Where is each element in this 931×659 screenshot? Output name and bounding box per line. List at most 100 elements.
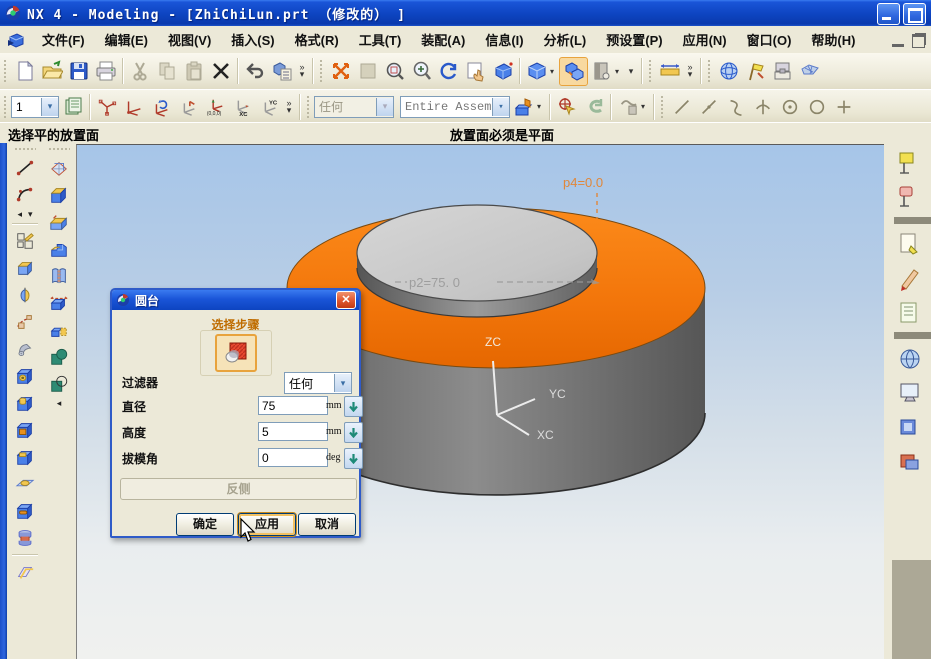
mdi-restore-button[interactable]: [912, 34, 925, 48]
taper-angle-formula-button[interactable]: [344, 448, 363, 469]
red-widget-icon[interactable]: [898, 449, 924, 475]
dialog-close-button[interactable]: ✕: [336, 291, 356, 309]
menu-help[interactable]: 帮助(H): [801, 27, 865, 52]
measure-overflow-chevron[interactable]: »▾: [683, 58, 697, 84]
mdi-minimize-button[interactable]: [892, 34, 904, 47]
toolbar-grip[interactable]: [14, 147, 36, 152]
rotate-view-button[interactable]: [435, 58, 462, 85]
extrude-button[interactable]: [12, 254, 39, 281]
toolbar-grip[interactable]: [660, 95, 665, 119]
yellow-tag-icon[interactable]: [898, 151, 924, 177]
snap-point-settings-button[interactable]: [614, 93, 641, 120]
diameter-formula-button[interactable]: [344, 396, 363, 417]
toolbar-grip[interactable]: [319, 59, 324, 83]
height-input[interactable]: [258, 422, 328, 441]
arc-tool-button[interactable]: [12, 181, 39, 208]
taper-angle-input[interactable]: [258, 448, 328, 467]
subtract-button[interactable]: [46, 370, 73, 397]
blue-widget-icon[interactable]: [898, 415, 924, 441]
split-body-button[interactable]: [46, 316, 73, 343]
shaded-display-dropdown[interactable]: ▾: [550, 67, 559, 76]
menu-application[interactable]: 应用(N): [673, 27, 737, 52]
height-formula-button[interactable]: [344, 422, 363, 443]
note-page-icon[interactable]: [898, 232, 924, 258]
sketch-button[interactable]: [12, 227, 39, 254]
menu-analysis[interactable]: 分析(L): [534, 27, 597, 52]
delete-button[interactable]: [207, 58, 234, 85]
toolbar-grip[interactable]: [707, 59, 712, 83]
analysis-flag-button[interactable]: [742, 58, 769, 85]
monitor-icon[interactable]: [898, 381, 924, 407]
toolbar-grip[interactable]: [306, 95, 311, 119]
wcs-set-origin-button[interactable]: (0,0,0): [201, 93, 228, 120]
undo-button[interactable]: [241, 58, 268, 85]
zoom-in-out-button[interactable]: [408, 58, 435, 85]
toolbar-grip[interactable]: [3, 95, 8, 119]
hole-button[interactable]: [12, 362, 39, 389]
visualization-active-button[interactable]: [559, 57, 588, 86]
groove-button[interactable]: [12, 524, 39, 551]
section-view-dropdown[interactable]: ▾: [615, 67, 624, 76]
placement-face-step-button[interactable]: [215, 334, 257, 372]
create-interpart-dropdown[interactable]: ▾: [537, 102, 546, 111]
shaded-display-button[interactable]: [523, 58, 550, 85]
combo-arrow-icon[interactable]: ▾: [334, 374, 351, 392]
wcs-yc-button[interactable]: YC: [255, 93, 282, 120]
selection-scope-combo[interactable]: Entire Assemb ▾: [400, 96, 510, 118]
combo-arrow-icon[interactable]: ▾: [41, 98, 58, 116]
boss-button[interactable]: [12, 389, 39, 416]
toolbar-back-arrow[interactable]: ◂: [57, 398, 62, 409]
analysis-sphere-button[interactable]: [715, 58, 742, 85]
red-tag-icon[interactable]: [898, 185, 924, 211]
unite-button[interactable]: [46, 343, 73, 370]
diameter-input[interactable]: [258, 396, 328, 415]
snap-midpoint-button[interactable]: [695, 93, 722, 120]
wcs-overflow-chevron[interactable]: »▾: [282, 94, 296, 120]
print-button[interactable]: [92, 58, 119, 85]
offset-surface-button[interactable]: [12, 558, 39, 585]
pages-catalog-button[interactable]: [46, 262, 73, 289]
tube-button[interactable]: [12, 335, 39, 362]
save-button[interactable]: [65, 58, 92, 85]
menu-view[interactable]: 视图(V): [158, 27, 221, 52]
menu-information[interactable]: 信息(I): [475, 27, 533, 52]
pan-view-button[interactable]: [462, 58, 489, 85]
analysis-mesh-button[interactable]: [796, 58, 823, 85]
note-page2-icon[interactable]: [898, 300, 924, 326]
menu-preferences[interactable]: 预设置(P): [596, 27, 672, 52]
step-body-button[interactable]: [46, 235, 73, 262]
section-view-button[interactable]: [588, 58, 615, 85]
toolbar-grip[interactable]: [48, 147, 70, 152]
block-primitive-button[interactable]: [46, 181, 73, 208]
ok-button[interactable]: 确定: [176, 513, 234, 536]
toolbar-overflow-chevron[interactable]: »▾: [295, 58, 309, 84]
snap-settings-dropdown[interactable]: ▾: [641, 102, 650, 111]
filter-combo[interactable]: 任何 ▾: [284, 372, 352, 394]
toolbar-grip[interactable]: [648, 59, 653, 83]
perspective-view-button[interactable]: [489, 58, 516, 85]
snap-intersection-button[interactable]: [749, 93, 776, 120]
layer-settings-button[interactable]: [59, 93, 86, 120]
cancel-button[interactable]: 取消: [298, 513, 356, 536]
wcs-rotate-button[interactable]: [147, 93, 174, 120]
zoom-region-button[interactable]: [381, 58, 408, 85]
datum-csys-button[interactable]: [46, 154, 73, 181]
slot-button[interactable]: [12, 497, 39, 524]
maximize-button[interactable]: [903, 3, 926, 25]
analysis-stamp-button[interactable]: [769, 58, 796, 85]
create-interpart-button[interactable]: [510, 93, 537, 120]
toolbar-grip[interactable]: [3, 59, 8, 83]
combo-arrow-icon[interactable]: ▾: [492, 98, 509, 116]
globe-icon[interactable]: [898, 347, 924, 373]
measure-distance-button[interactable]: [656, 58, 683, 85]
menu-file[interactable]: 文件(F): [32, 27, 95, 52]
snap-arc-center-button[interactable]: [776, 93, 803, 120]
wcs-origin-button[interactable]: [120, 93, 147, 120]
extrude-body-button[interactable]: [46, 208, 73, 235]
menu-assemblies[interactable]: 装配(A): [411, 27, 475, 52]
open-file-button[interactable]: [38, 58, 65, 85]
revolve-button[interactable]: [12, 281, 39, 308]
wcs-xc-button[interactable]: XC: [228, 93, 255, 120]
menu-window[interactable]: 窗口(O): [737, 27, 802, 52]
new-file-button[interactable]: [11, 58, 38, 85]
